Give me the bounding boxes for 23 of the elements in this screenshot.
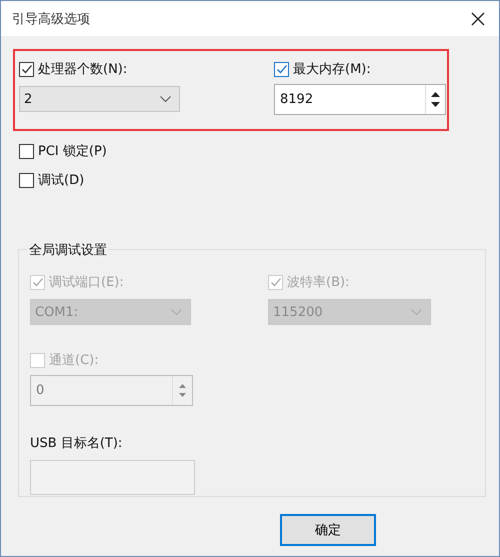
group-title: 全局调试设置 [27,241,109,259]
close-icon[interactable] [471,12,485,26]
checkbox-label: 波特率(B): [287,274,350,291]
chevron-down-icon [171,308,182,316]
processor-count-dropdown[interactable]: 2 [19,86,180,112]
checkbox[interactable] [19,172,34,188]
chevron-down-icon [160,96,171,102]
checkbox-label: 调试端口(E): [49,274,124,291]
field-label: USB 目标名(T): [30,435,124,452]
checkbox[interactable] [274,62,289,76]
spin-down-icon[interactable] [431,101,440,107]
chevron-down-icon [411,308,422,316]
ok-button[interactable]: 确定 [280,514,376,546]
checkbox[interactable] [19,62,34,76]
spin-up-icon[interactable] [431,92,440,98]
window-title: 引导高级选项 [12,10,90,28]
checkbox-label: 处理器个数(N): [38,61,128,78]
checkbox-label: 调试(D) [38,172,84,189]
checkbox-label: 通道(C): [49,352,99,369]
checkbox[interactable] [19,144,34,158]
max-memory-spinbox[interactable]: 8192 [274,84,446,115]
checkbox-label: PCI 锁定(P) [38,143,107,160]
checkbox-label: 最大内存(M): [293,61,371,78]
